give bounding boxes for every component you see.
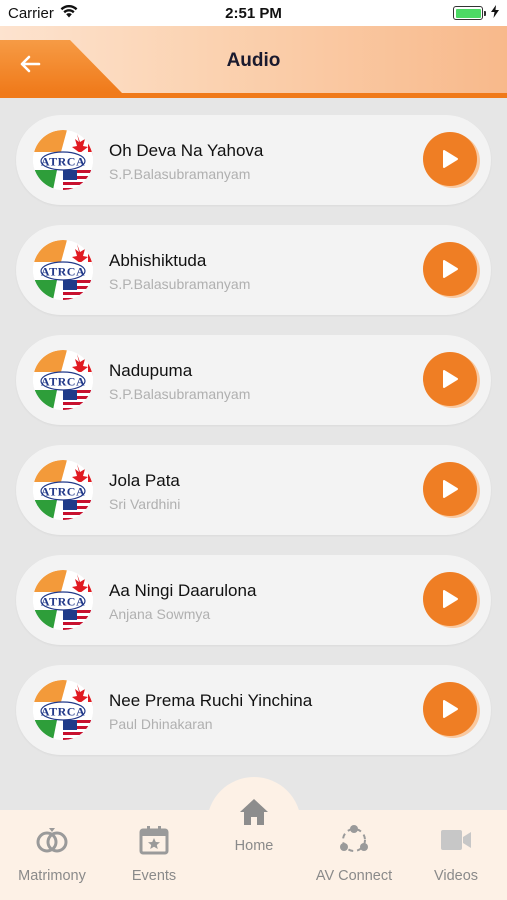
song-card[interactable]: ATRCA Jola Pata Sri Vardhini — [16, 445, 491, 535]
nav-label: Matrimony — [18, 868, 86, 884]
nav-label: AV Connect — [315, 868, 393, 884]
play-icon — [443, 150, 458, 168]
song-title: Nadupuma — [109, 361, 193, 380]
play-icon — [443, 260, 458, 278]
song-title: Nee Prema Ruchi Yinchina — [109, 691, 313, 710]
atrca-logo: ATRCA — [33, 130, 93, 190]
song-card[interactable]: ATRCA Oh Deva Na Yahova S.P.Balasubraman… — [16, 115, 491, 205]
charging-icon — [491, 4, 499, 22]
atrca-logo: ATRCA — [33, 350, 93, 410]
svg-text:ATRCA: ATRCA — [41, 375, 85, 389]
play-button[interactable] — [423, 462, 477, 516]
play-button[interactable] — [423, 242, 477, 296]
svg-text:ATRCA: ATRCA — [41, 155, 85, 169]
home-icon — [238, 796, 270, 828]
rings-icon — [35, 824, 69, 856]
song-card[interactable]: ATRCA Aa Ningi Daarulona Anjana Sowmya — [16, 555, 491, 645]
nav-label: Home — [234, 838, 274, 854]
atrca-logo: ATRCA — [33, 460, 93, 520]
nav-label: Videos — [433, 868, 479, 884]
song-artist: S.P.Balasubramanyam — [109, 166, 251, 182]
nav-videos[interactable]: Videos — [406, 810, 506, 900]
atrca-logo: ATRCA — [33, 240, 93, 300]
play-button[interactable] — [423, 132, 477, 186]
battery-icon — [453, 6, 486, 20]
play-icon — [443, 480, 458, 498]
status-bar: Carrier 2:51 PM — [0, 0, 507, 26]
video-camera-icon — [440, 824, 472, 856]
atrca-logo: ATRCA — [33, 680, 93, 740]
nav-events[interactable]: Events — [104, 810, 204, 900]
nav-home[interactable]: Home — [204, 790, 304, 880]
nav-av-connect[interactable]: AV Connect — [304, 810, 404, 900]
play-icon — [443, 370, 458, 388]
song-artist: S.P.Balasubramanyam — [109, 276, 251, 292]
song-artist: Sri Vardhini — [109, 496, 181, 512]
carrier-label: Carrier — [8, 4, 54, 22]
svg-text:ATRCA: ATRCA — [41, 485, 85, 499]
share-network-icon — [338, 824, 370, 856]
play-icon — [443, 700, 458, 718]
song-title: Oh Deva Na Yahova — [109, 141, 264, 160]
song-title: Abhishiktuda — [109, 251, 207, 270]
song-card[interactable]: ATRCA Nee Prema Ruchi Yinchina Paul Dhin… — [16, 665, 491, 755]
song-artist: Anjana Sowmya — [109, 606, 211, 622]
play-button[interactable] — [423, 352, 477, 406]
song-title: Aa Ningi Daarulona — [109, 581, 257, 600]
wifi-icon — [60, 4, 78, 22]
header: Audio — [0, 26, 507, 98]
nav-matrimony[interactable]: Matrimony — [2, 810, 102, 900]
song-card[interactable]: ATRCA Abhishiktuda S.P.Balasubramanyam — [16, 225, 491, 315]
song-artist: S.P.Balasubramanyam — [109, 386, 251, 402]
svg-text:ATRCA: ATRCA — [41, 265, 85, 279]
nav-label: Events — [131, 868, 177, 884]
svg-text:ATRCA: ATRCA — [41, 595, 85, 609]
play-button[interactable] — [423, 572, 477, 626]
song-card[interactable]: ATRCA Nadupuma S.P.Balasubramanyam — [16, 335, 491, 425]
page-title: Audio — [226, 50, 281, 71]
svg-text:ATRCA: ATRCA — [41, 705, 85, 719]
song-title: Jola Pata — [109, 471, 180, 490]
song-artist: Paul Dhinakaran — [109, 716, 213, 732]
play-button[interactable] — [423, 682, 477, 736]
calendar-star-icon — [139, 824, 169, 856]
atrca-logo: ATRCA — [33, 570, 93, 630]
play-icon — [443, 590, 458, 608]
